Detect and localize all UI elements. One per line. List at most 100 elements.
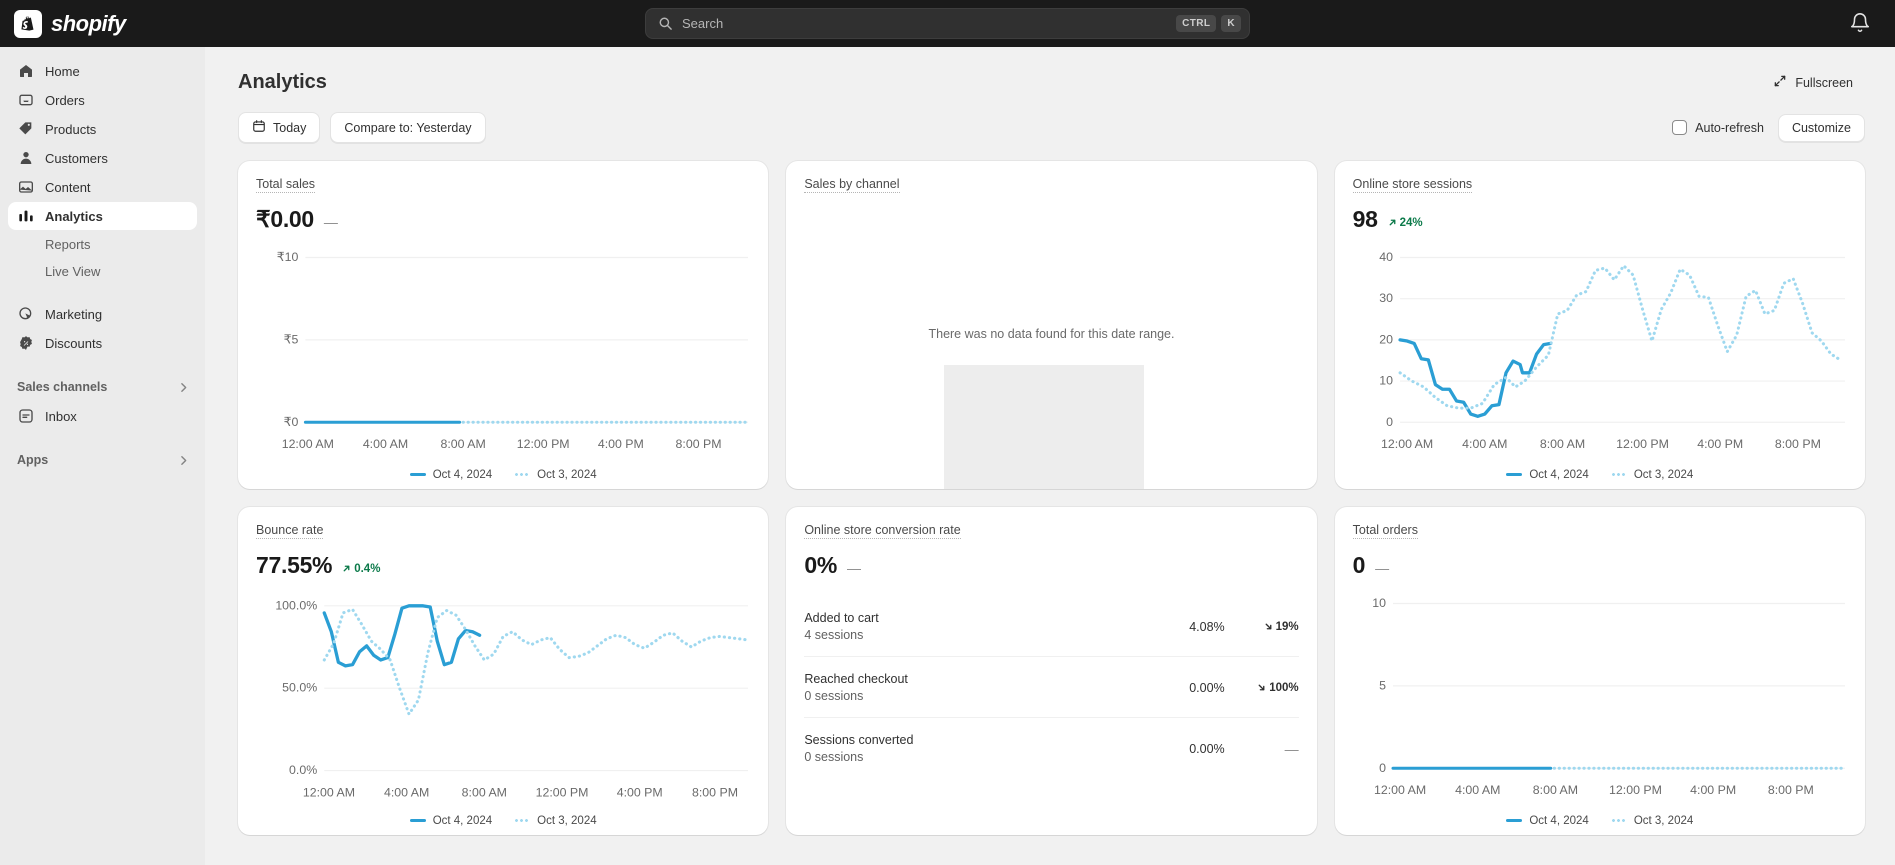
chart-legend: Oct 4, 2024 Oct 3, 2024 xyxy=(1353,469,1847,481)
customize-button[interactable]: Customize xyxy=(1777,113,1865,142)
svg-text:4:00 PM: 4:00 PM xyxy=(1697,437,1743,451)
sidebar-item-discounts[interactable]: Discounts xyxy=(8,329,197,357)
funnel-step-label: Added to cart xyxy=(804,611,879,625)
card-title[interactable]: Total orders xyxy=(1352,523,1418,539)
list-item[interactable]: Reached checkout 0 sessions 0.00% 100% xyxy=(804,657,1299,718)
sidebar-item-label: Marketing xyxy=(45,306,103,322)
card-title[interactable]: Bounce rate xyxy=(256,523,324,539)
metric-delta: — xyxy=(1375,560,1390,576)
sidebar-item-analytics[interactable]: Analytics xyxy=(8,202,197,230)
funnel-step-name: Reached checkout 0 sessions xyxy=(804,672,1132,703)
legend-dotted-swatch xyxy=(1610,473,1627,477)
svg-text:₹5: ₹5 xyxy=(284,332,299,346)
sidebar-item-label: Discounts xyxy=(45,335,103,351)
chart-online-store-sessions[interactable]: 40 30 20 10 0 12:00 AM 4:00 AM 8:00 AM 1… xyxy=(1353,241,1847,465)
sidebar-item-label: Orders xyxy=(45,92,85,108)
legend-primary-label: Oct 4, 2024 xyxy=(432,468,493,481)
card-title[interactable]: Online store sessions xyxy=(1352,177,1473,193)
sidebar-item-label: Products xyxy=(45,121,97,137)
legend-dotted-swatch xyxy=(1610,819,1627,823)
search-placeholder: Search xyxy=(682,16,724,31)
date-range-label: Today xyxy=(273,120,307,135)
svg-text:4:00 AM: 4:00 AM xyxy=(384,785,429,799)
bell-icon[interactable] xyxy=(1849,12,1873,36)
chart-total-sales[interactable]: ₹10 ₹5 ₹0 12:00 AM 4:00 AM 8:00 AM 12:00… xyxy=(256,241,750,465)
svg-text:12:00 PM: 12:00 PM xyxy=(1609,783,1662,797)
list-item[interactable]: Sessions converted 0 sessions 0.00% — xyxy=(804,718,1298,778)
shopify-logo[interactable]: shopify xyxy=(14,0,126,47)
funnel-step-sessions: 0 sessions xyxy=(804,689,864,703)
arrow-up-right-icon xyxy=(343,565,350,572)
metric-delta: — xyxy=(846,560,861,576)
card-sales-by-channel: Sales by channel There was no data found… xyxy=(786,161,1317,489)
svg-text:8:00 AM: 8:00 AM xyxy=(440,437,485,451)
legend-primary-label: Oct 4, 2024 xyxy=(432,814,493,827)
global-search[interactable]: Search CTRL K xyxy=(645,8,1250,39)
legend-comparison: Oct 3, 2024 xyxy=(1610,469,1693,481)
metric-row: ₹0.00 — xyxy=(256,206,750,233)
sidebar-subitem-label: Reports xyxy=(45,236,91,252)
sidebar-section-apps[interactable]: Apps xyxy=(8,446,197,474)
funnel-step-label: Reached checkout xyxy=(804,672,908,686)
sidebar-item-label: Content xyxy=(45,179,91,195)
svg-text:4:00 PM: 4:00 PM xyxy=(617,785,663,799)
metric-value: 77.55% xyxy=(256,552,333,578)
card-title[interactable]: Online store conversion rate xyxy=(804,523,961,539)
filters-right-group: Auto-refresh Customize xyxy=(1672,113,1865,142)
metric-row: 98 24% xyxy=(1353,206,1847,233)
search-icon xyxy=(658,16,673,31)
shopify-bag-icon xyxy=(14,9,42,38)
sidebar-item-live-view[interactable]: Live View xyxy=(8,258,197,284)
card-total-orders: Total orders 0 — 10 5 0 12:00 AM 4:00 AM xyxy=(1334,507,1865,835)
sidebar-item-products[interactable]: Products xyxy=(8,115,197,143)
sidebar-item-content[interactable]: Content xyxy=(8,173,197,201)
auto-refresh-toggle[interactable]: Auto-refresh xyxy=(1672,120,1764,135)
chart-legend: Oct 4, 2024 Oct 3, 2024 xyxy=(256,815,750,827)
funnel-step-percent: 4.08% xyxy=(1189,619,1225,634)
auto-refresh-checkbox[interactable] xyxy=(1672,120,1688,135)
legend-dotted-swatch xyxy=(514,819,531,823)
date-range-button[interactable]: Today xyxy=(238,112,321,143)
funnel-step-delta-value: 19% xyxy=(1275,620,1299,633)
card-title[interactable]: Total sales xyxy=(256,177,316,193)
brand-name: shopify xyxy=(51,10,126,36)
search-input[interactable]: Search CTRL K xyxy=(645,8,1250,39)
chart-bounce-rate[interactable]: 100.0% 50.0% 0.0% 12:00 AM 4:00 AM 8:00 … xyxy=(256,587,750,811)
compare-button[interactable]: Compare to: Yesterday xyxy=(330,112,486,143)
sidebar-item-customers[interactable]: Customers xyxy=(8,144,197,172)
sidebar-item-reports[interactable]: Reports xyxy=(8,231,197,257)
funnel-step-delta: 19% xyxy=(1225,621,1299,633)
page-header: Analytics Fullscreen xyxy=(205,47,1895,98)
fullscreen-button[interactable]: Fullscreen xyxy=(1761,67,1865,98)
svg-text:8:00 PM: 8:00 PM xyxy=(1767,783,1813,797)
list-item[interactable]: Added to cart 4 sessions 4.08% 19% xyxy=(804,596,1299,657)
main-content: Analytics Fullscreen Today Compare to: Y… xyxy=(205,47,1895,865)
card-total-sales: Total sales ₹0.00 — ₹10 ₹5 ₹0 12:00 AM 4… xyxy=(238,161,769,489)
calendar-icon xyxy=(252,119,266,136)
sidebar-section-sales-channels[interactable]: Sales channels xyxy=(8,373,197,401)
sidebar-item-orders[interactable]: Orders xyxy=(8,86,197,114)
legend-comparison-label: Oct 3, 2024 xyxy=(537,468,597,481)
discounts-badge-icon xyxy=(17,335,34,352)
legend-solid-swatch xyxy=(1506,819,1523,822)
legend-solid-swatch xyxy=(409,473,426,476)
svg-text:₹0: ₹0 xyxy=(284,415,299,429)
customize-label: Customize xyxy=(1791,120,1851,135)
svg-text:0: 0 xyxy=(1379,761,1386,775)
card-online-store-sessions: Online store sessions 98 24% 40 30 20 10… xyxy=(1334,161,1865,489)
sidebar-item-marketing[interactable]: Marketing xyxy=(8,300,197,328)
svg-text:8:00 PM: 8:00 PM xyxy=(1775,437,1821,451)
products-tag-icon xyxy=(17,121,34,138)
funnel-step-sessions: 0 sessions xyxy=(804,750,864,764)
chart-total-orders[interactable]: 10 5 0 12:00 AM 4:00 AM 8:00 AM 12:00 PM… xyxy=(1353,587,1847,811)
svg-text:8:00 PM: 8:00 PM xyxy=(692,785,738,799)
svg-text:10: 10 xyxy=(1379,374,1393,388)
card-conversion-rate: Online store conversion rate 0% — Added … xyxy=(786,507,1317,835)
card-title[interactable]: Sales by channel xyxy=(804,177,900,193)
sidebar-item-home[interactable]: Home xyxy=(8,57,197,85)
metric-value: 98 xyxy=(1352,206,1378,232)
metric-value: 0 xyxy=(1352,552,1366,578)
analytics-card-grid: Total sales ₹0.00 — ₹10 ₹5 ₹0 12:00 AM 4… xyxy=(205,143,1895,835)
sidebar-item-inbox[interactable]: Inbox xyxy=(8,402,197,430)
legend-comparison-label: Oct 3, 2024 xyxy=(537,814,597,827)
